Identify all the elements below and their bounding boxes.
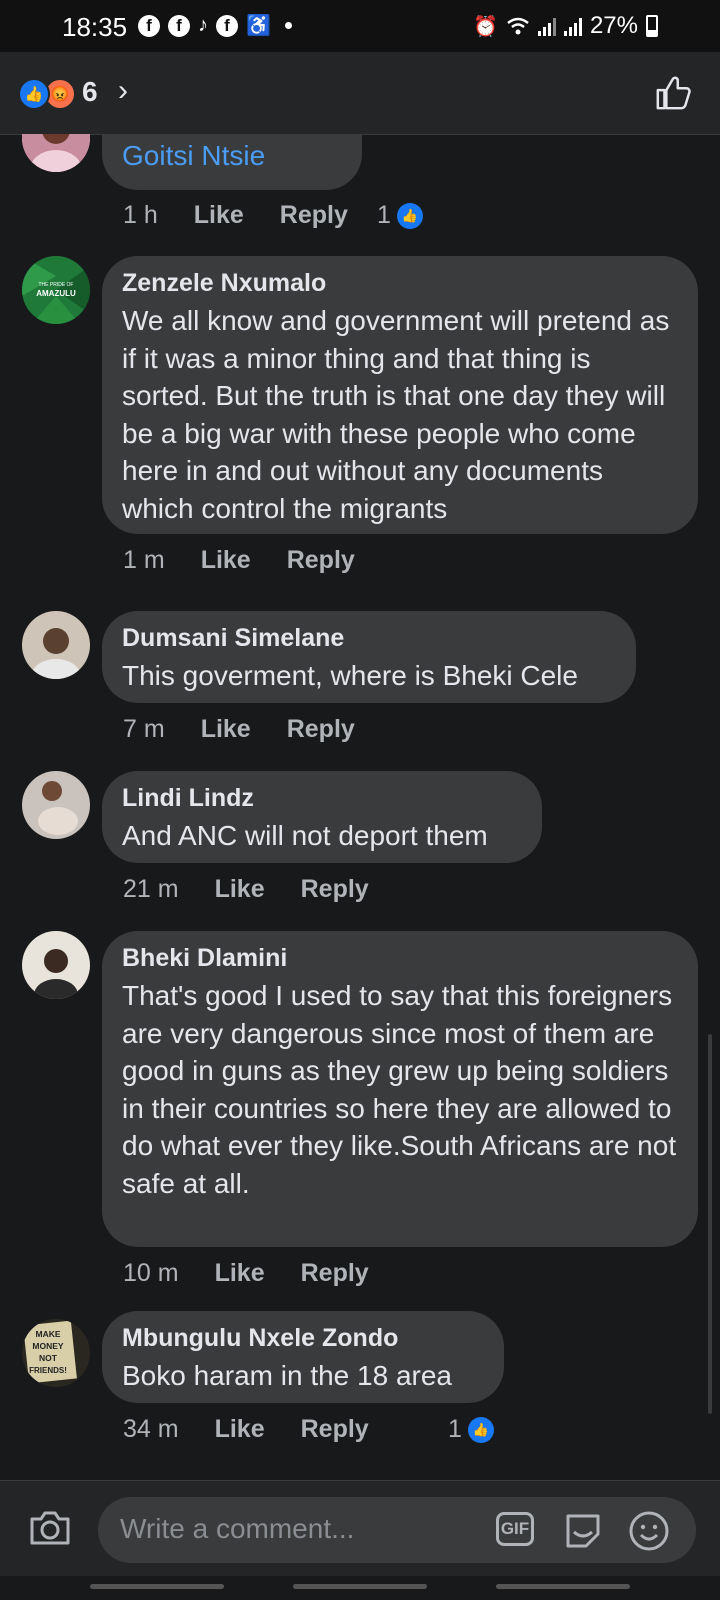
mentioned-user-link[interactable]: Goitsi Ntsie [122,138,342,174]
comment-actions: 1 h Like Reply [123,201,384,230]
avatar-text: AMAZULU [36,289,76,298]
comment-bubble[interactable]: Goitsi Ntsie [102,134,362,190]
avatar-text: THE PRIDE OF [38,282,73,288]
facebook-icon: f [138,14,160,37]
system-icons: ⏰ 27% [473,12,658,40]
avatar[interactable] [22,134,90,172]
like-reaction-icon[interactable]: 👍 [18,78,50,110]
comment-time: 34 m [123,1415,179,1443]
reactions-header: 👍 😡 6 › [0,52,720,135]
reply-link[interactable]: Reply [287,546,355,575]
reply-link[interactable]: Reply [301,875,369,904]
like-link[interactable]: Like [215,1415,265,1444]
comment-reaction-count[interactable]: 1 👍 [448,1415,494,1444]
emoji-icon[interactable] [628,1510,670,1552]
comment-bubble[interactable]: Lindi Lindz And ANC will not deport them [102,771,542,863]
system-navigation-bar [0,1576,720,1600]
scrollbar[interactable] [708,1034,712,1414]
like-link[interactable]: Like [201,546,251,575]
comment-text: Boko haram in the 18 area [122,1360,452,1391]
status-bar: 18:35 f f ♪ f ♿ ⏰ 27% [0,0,720,52]
comment-time: 7 m [123,715,165,743]
signal-icon [563,16,582,36]
like-link[interactable]: Like [201,715,251,744]
comment-time: 10 m [123,1259,179,1287]
reply-link[interactable]: Reply [301,1259,369,1288]
comment-text: This goverment, where is Bheki Cele [122,660,578,691]
status-time: 18:35 [62,12,128,42]
comments-list: Goitsi Ntsie 1 h Like Reply 1 👍 THE PRID… [0,134,720,1480]
nav-back-button[interactable] [496,1584,630,1589]
like-link[interactable]: Like [194,201,244,230]
like-reaction-icon: 👍 [396,202,423,229]
like-button-icon[interactable] [654,74,692,112]
comment-bubble[interactable]: Dumsani Simelane This goverment, where i… [102,611,636,703]
like-reaction-icon: 👍 [467,1416,494,1443]
reaction-count[interactable]: 6 [82,76,98,108]
like-link[interactable]: Like [215,1259,265,1288]
comment-reaction-count[interactable]: 1 👍 [377,201,423,230]
sticker-icon[interactable] [562,1510,604,1550]
wifi-icon [507,17,529,35]
accessibility-icon: ♿ [246,15,271,37]
comment-time: 1 m [123,546,165,574]
avatar-text: FRIENDS! [29,1366,67,1375]
comment-actions: 34 m Like Reply [123,1415,405,1444]
comment-composer: Write a comment... GIF [0,1480,720,1577]
comment-text: That's good I used to say that this fore… [122,980,677,1199]
reaction-number: 1 [448,1415,462,1443]
reply-link[interactable]: Reply [280,201,348,230]
battery-icon [646,15,658,37]
comment-author[interactable]: Lindi Lindz [122,783,522,813]
comment-author[interactable]: Zenzele Nxumalo [122,268,678,298]
comment-author[interactable]: Dumsani Simelane [122,623,616,653]
avatar[interactable]: MAKE MONEY NOT FRIENDS! [22,1319,90,1387]
tiktok-icon: ♪ [198,14,208,36]
chevron-right-icon[interactable]: › [118,74,128,108]
avatar[interactable] [22,931,90,999]
camera-icon[interactable] [28,1507,72,1547]
facebook-icon: f [216,14,238,37]
comment-actions: 10 m Like Reply [123,1259,405,1288]
comment-author[interactable]: Bheki Dlamini [122,943,678,973]
comment-placeholder: Write a comment... [120,1513,355,1544]
gif-button[interactable]: GIF [496,1512,534,1546]
avatar-text: MAKE [35,1329,60,1339]
nav-recent-button[interactable] [90,1584,224,1589]
facebook-icon: f [168,14,190,37]
more-notifications-icon [284,22,292,29]
avatar[interactable] [22,771,90,839]
comment-time: 1 h [123,201,158,229]
comment-text: We all know and government will pretend … [122,305,670,524]
comment-bubble[interactable]: Bheki Dlamini That's good I used to say … [102,931,698,1247]
like-link[interactable]: Like [215,875,265,904]
reaction-number: 1 [377,201,391,229]
comment-author[interactable]: Mbungulu Nxele Zondo [122,1323,484,1353]
signal-icon [537,16,556,36]
comment-time: 21 m [123,875,179,903]
avatar-text: MONEY [32,1341,64,1351]
reply-link[interactable]: Reply [301,1415,369,1444]
avatar-text: NOT [39,1353,58,1363]
alarm-icon: ⏰ [473,15,498,38]
battery-percent: 27% [589,12,638,39]
reply-link[interactable]: Reply [287,715,355,744]
comment-bubble[interactable]: Mbungulu Nxele Zondo Boko haram in the 1… [102,1311,504,1403]
avatar[interactable]: THE PRIDE OF AMAZULU [22,256,90,324]
comment-input[interactable]: Write a comment... GIF [98,1497,696,1563]
comment-bubble[interactable]: Zenzele Nxumalo We all know and governme… [102,256,698,534]
avatar[interactable] [22,611,90,679]
notification-icons: f f ♪ f ♿ [138,13,292,38]
comment-text: And ANC will not deport them [122,820,488,851]
comment-actions: 7 m Like Reply [123,715,391,744]
comment-actions: 1 m Like Reply [123,546,391,575]
comment-actions: 21 m Like Reply [123,875,405,904]
nav-home-button[interactable] [293,1584,427,1589]
